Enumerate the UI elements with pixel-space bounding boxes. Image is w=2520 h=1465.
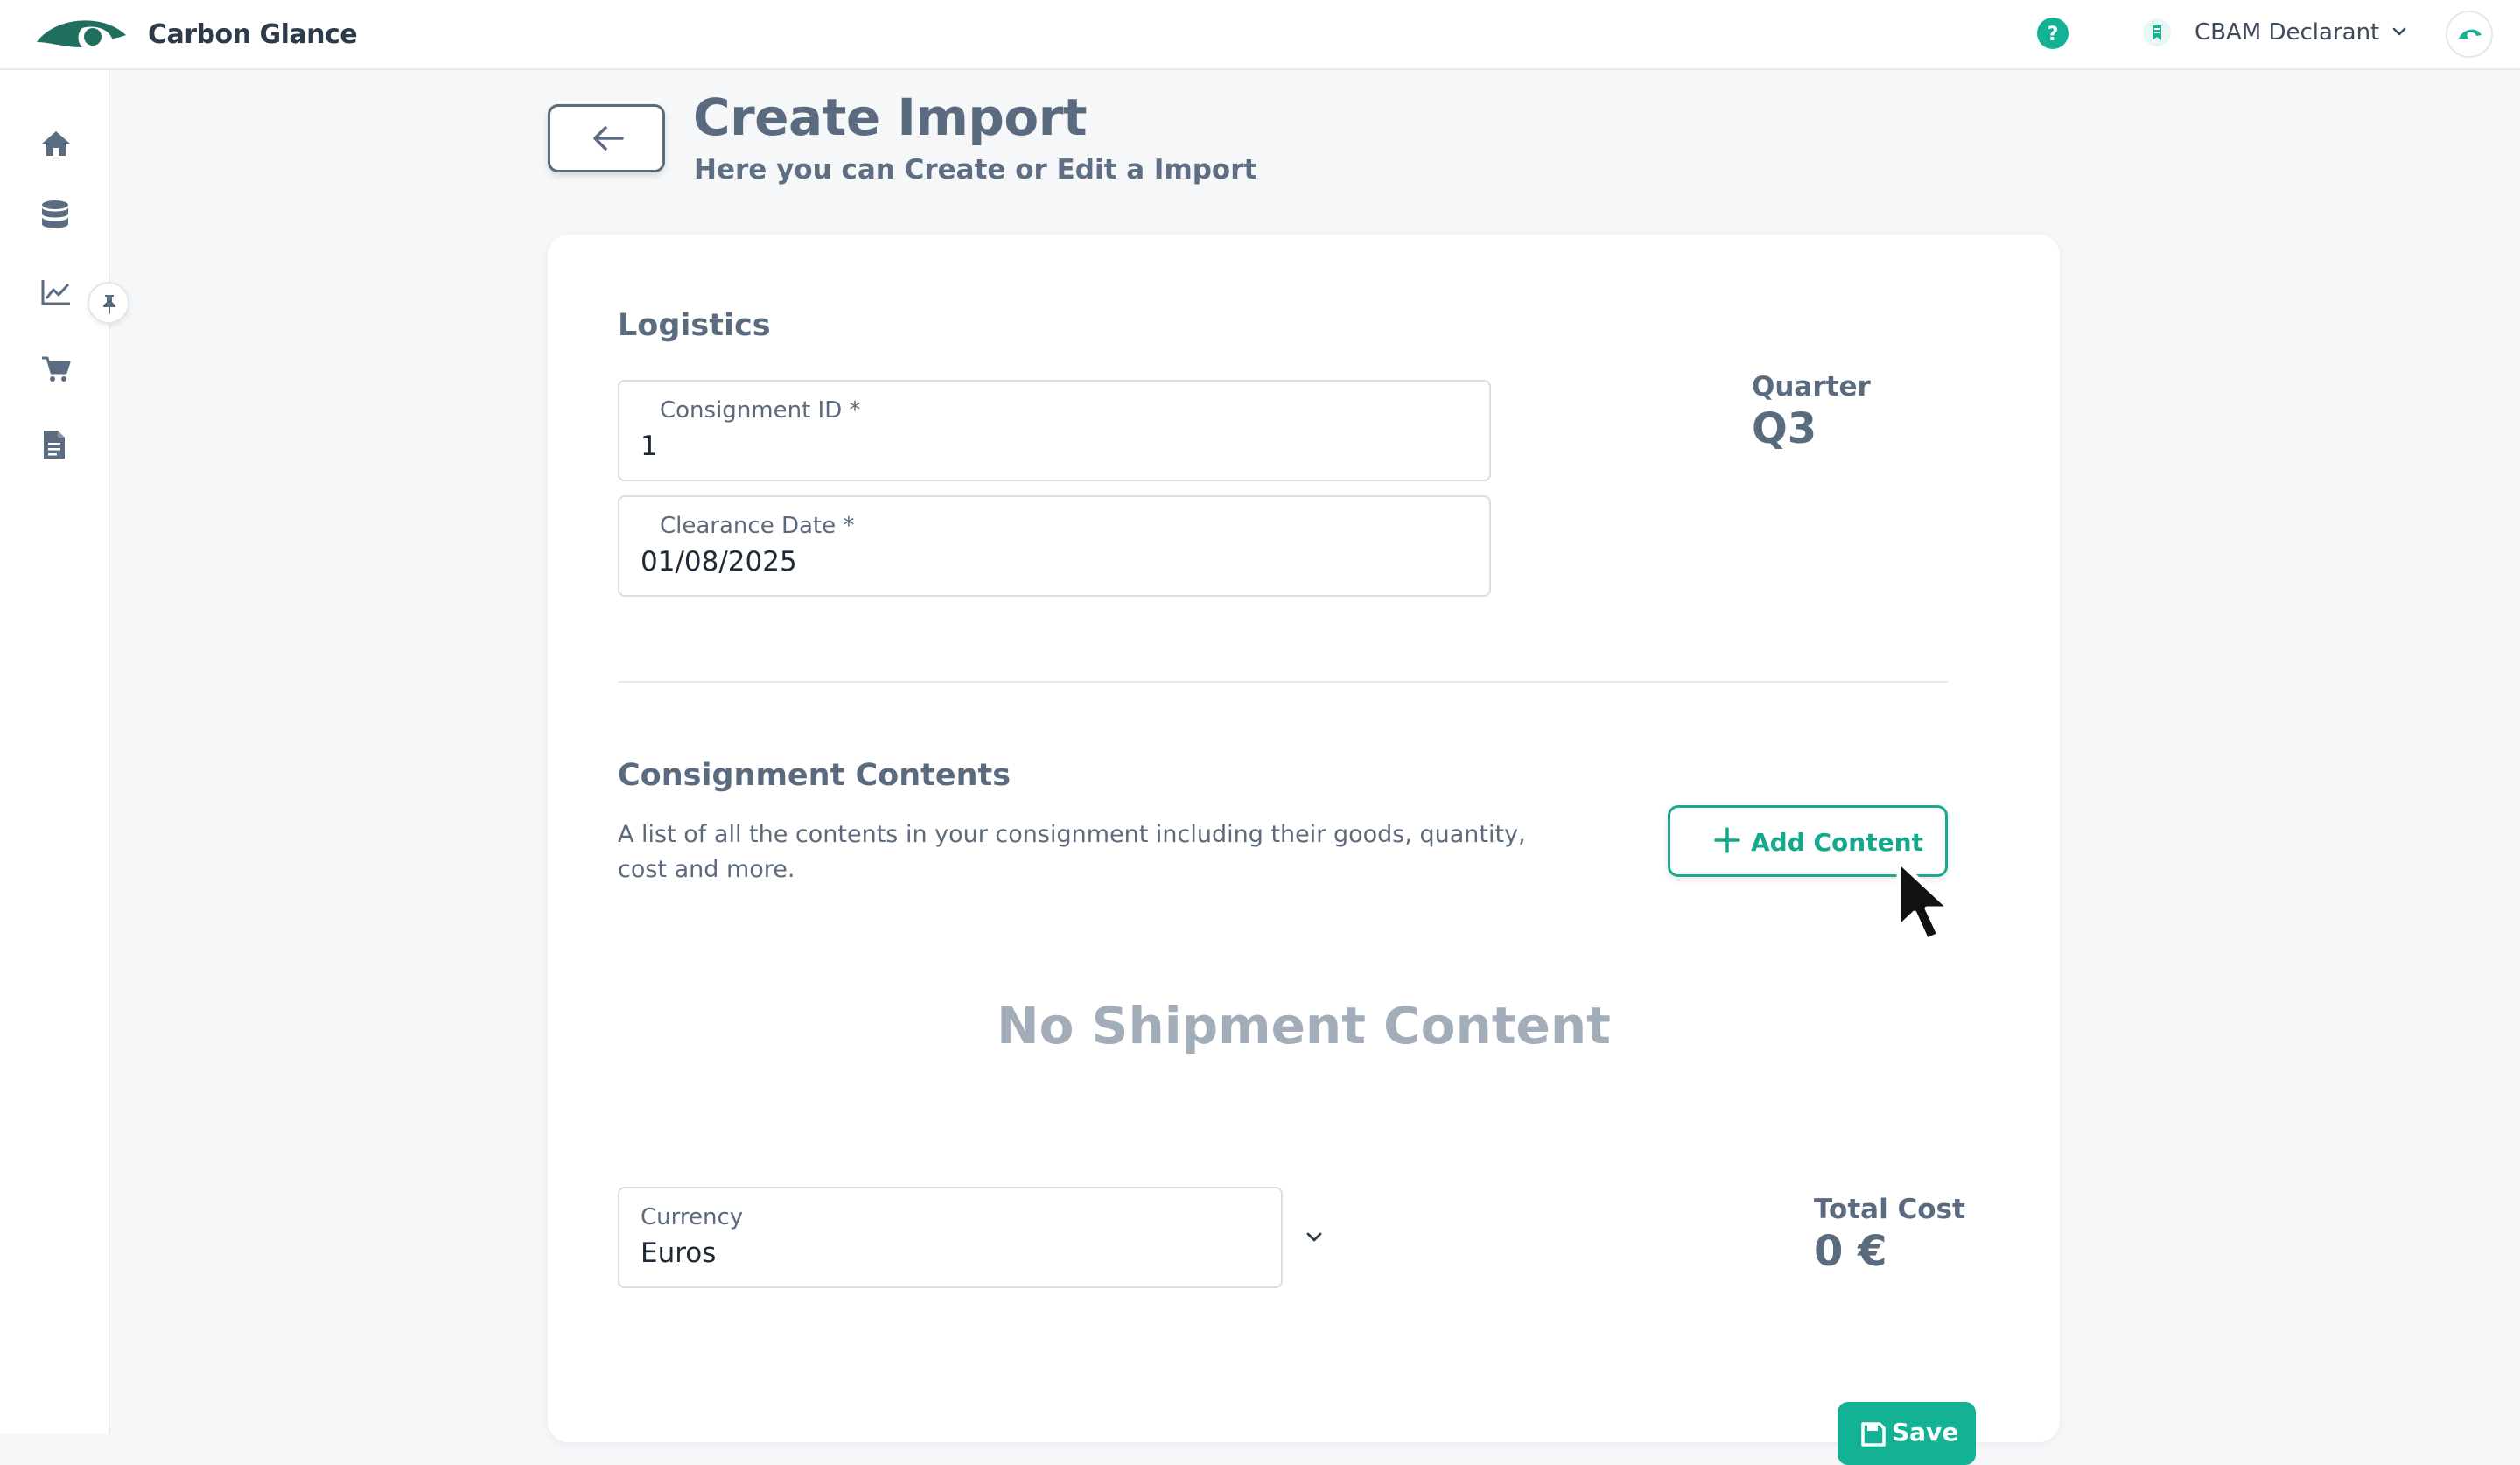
mouse-cursor-icon	[1895, 858, 1964, 949]
consignment-id-field[interactable]: Consignment ID * 1	[618, 380, 1491, 481]
role-switcher[interactable]: CBAM Declarant	[2194, 19, 2379, 46]
total-cost-value: 0 €	[1814, 1227, 1887, 1276]
quarter-value: Q3	[1752, 404, 1817, 453]
chart-icon[interactable]	[40, 278, 72, 310]
currency-label: Currency	[640, 1204, 744, 1230]
chevron-down-icon[interactable]	[1304, 1227, 1325, 1251]
chevron-down-icon[interactable]	[2390, 23, 2408, 44]
carbon-glance-logo-icon[interactable]	[35, 12, 130, 61]
import-form-card: Logistics Consignment ID * 1 Clearance D…	[548, 235, 2060, 1465]
currency-value[interactable]: Euros	[640, 1237, 716, 1269]
consignment-contents-description: A list of all the contents in your consi…	[618, 821, 1526, 883]
save-label: Save	[1892, 1418, 1959, 1447]
clearance-date-label: Clearance Date *	[660, 513, 855, 539]
add-content-label: Add Content	[1751, 828, 1923, 857]
empty-content-message: No Shipment Content	[997, 996, 1611, 1055]
home-icon[interactable]	[40, 130, 72, 161]
logistics-title: Logistics	[618, 308, 771, 343]
clearance-date-field[interactable]: Clearance Date * 01/08/2025	[618, 495, 1491, 597]
page-subtitle: Here you can Create or Edit a Import	[694, 154, 1257, 186]
sidebar	[0, 70, 130, 1434]
svg-text:?: ?	[2048, 24, 2059, 46]
consignment-id-value[interactable]: 1	[640, 431, 658, 462]
pin-sidebar-icon[interactable]	[88, 282, 130, 324]
top-bar: Carbon Glance ? CBAM Declarant	[0, 0, 2520, 70]
consignment-contents-title: Consignment Contents	[618, 758, 1012, 793]
save-button[interactable]: Save	[1838, 1402, 1976, 1465]
total-cost-label: Total Cost	[1814, 1194, 1965, 1225]
document-icon[interactable]	[40, 429, 68, 464]
clearance-date-value[interactable]: 01/08/2025	[640, 546, 797, 578]
help-icon[interactable]: ?	[2037, 18, 2068, 53]
currency-select[interactable]: Currency Euros	[618, 1187, 1322, 1288]
cart-icon[interactable]	[40, 355, 72, 387]
consignment-id-label: Consignment ID *	[660, 397, 861, 424]
database-icon[interactable]	[40, 200, 70, 235]
app-name[interactable]: Carbon Glance	[148, 19, 358, 50]
role-badge-icon	[2143, 18, 2171, 50]
back-button[interactable]	[548, 104, 665, 172]
quarter-label: Quarter	[1752, 371, 1871, 403]
plus-icon	[1714, 827, 1740, 853]
user-avatar[interactable]	[2446, 11, 2493, 58]
section-divider	[618, 681, 1948, 683]
save-icon	[1861, 1422, 1886, 1447]
page-title: Create Import	[693, 88, 1088, 147]
